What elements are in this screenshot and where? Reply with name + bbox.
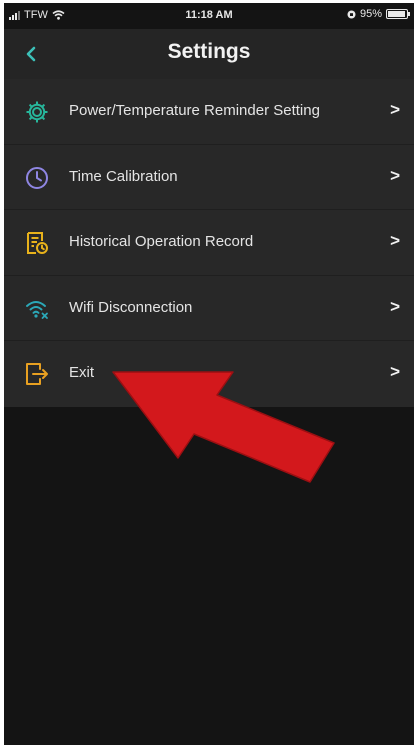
phone-screen: TFW 11:18 AM 95% Settings Power/Temperat… bbox=[4, 3, 414, 745]
red-arrow-annotation bbox=[112, 371, 335, 483]
